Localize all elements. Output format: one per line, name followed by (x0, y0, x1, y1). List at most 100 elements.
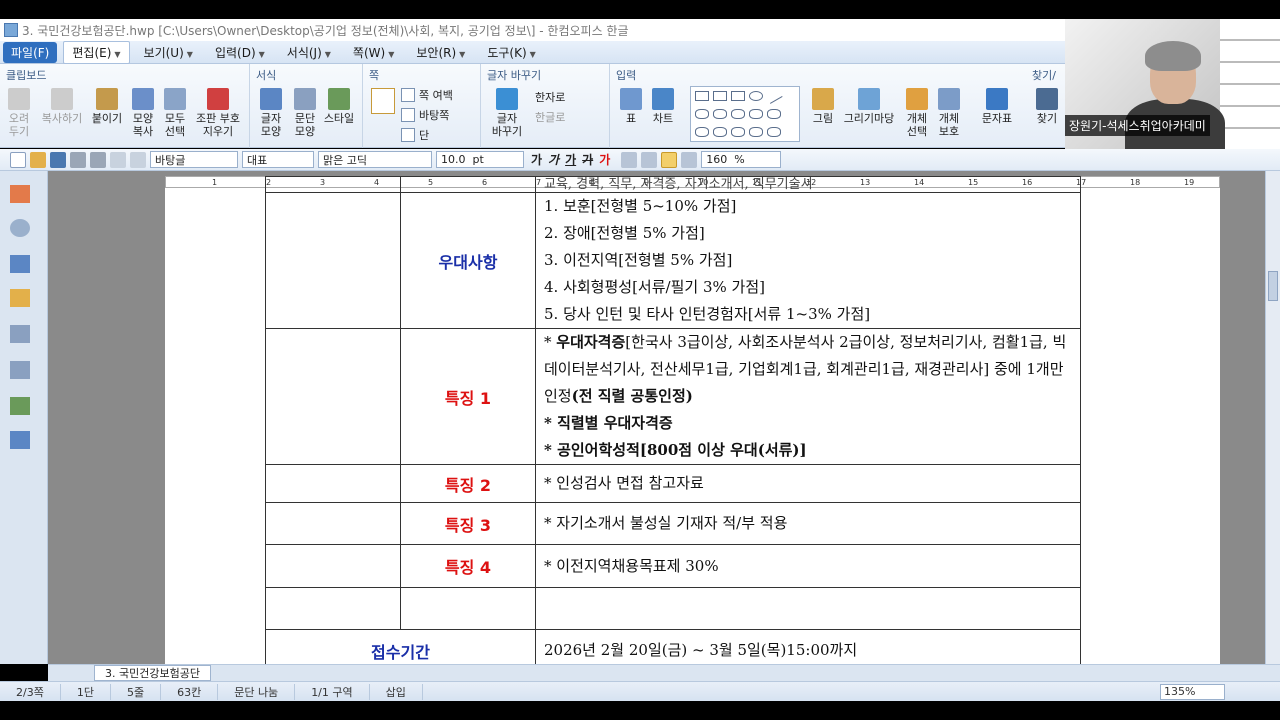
char-shape-button[interactable]: 글자 모양 (254, 88, 288, 138)
shape-connector-icon[interactable] (695, 127, 709, 137)
shape-curve-icon[interactable] (767, 109, 781, 119)
table-button[interactable]: 표 (614, 88, 648, 125)
line-spacing-input[interactable]: 160 % (701, 151, 782, 168)
font-size-input[interactable]: 10.0 pt (436, 151, 524, 168)
para-shape-button[interactable]: 문단 모양 (288, 88, 322, 138)
align-left-icon[interactable] (641, 151, 658, 168)
drawing-button[interactable]: 그리기마당 (840, 88, 898, 125)
align-justify-icon[interactable] (621, 151, 638, 168)
redo-icon[interactable] (130, 151, 146, 168)
shapes-gallery[interactable] (690, 86, 800, 142)
object-select-button[interactable]: 개체 선택 (900, 88, 934, 138)
shape-rect-icon[interactable] (713, 91, 727, 101)
save-icon[interactable] (50, 151, 66, 168)
shape-curve-icon[interactable] (749, 109, 763, 119)
style-button[interactable]: 스타일 (322, 88, 356, 125)
menu-file[interactable]: 파일(F) (3, 41, 58, 63)
cut-top-line: 교육, 경력, 직무, 자격증, 자기소개서, 직무기술서 (535, 176, 1081, 193)
shape-arc-icon[interactable] (695, 109, 709, 119)
font-color-button[interactable]: 가 (599, 151, 610, 168)
row-label-feature-2: 특징 2 (400, 464, 536, 503)
hanja-button[interactable]: 한자로 (535, 88, 565, 106)
preference-cell: 1. 보훈[전형별 5~10% 가점] 2. 장애[전형별 5% 가점] 3. … (535, 192, 1081, 329)
menu-insert[interactable]: 입력(D) ▼ (207, 42, 273, 63)
undo-icon[interactable] (110, 151, 126, 168)
char-replace-button[interactable]: 글자 바꾸기 (487, 88, 527, 138)
shape-rect-icon[interactable] (695, 91, 709, 101)
shape-copy-button[interactable]: 모양 복사 (126, 88, 160, 138)
page-icon[interactable] (371, 88, 395, 114)
chart-button[interactable]: 차트 (646, 88, 680, 125)
font-select[interactable]: 맑은 고딕 (318, 151, 432, 168)
document-area[interactable]: 1 2 3 4 5 6 7 8 9 10 11 12 13 14 15 16 17 18 19 교육, 경력, 직무… (48, 171, 1265, 664)
shape-ellipse-icon[interactable] (749, 91, 763, 101)
row-label-period: 접수기간 (265, 629, 536, 664)
vertical-scrollbar[interactable] (1265, 171, 1280, 664)
char-table-button[interactable]: 문자표 (980, 88, 1014, 125)
select-all-button[interactable]: 모두 선택 (158, 88, 192, 138)
menu-edit[interactable]: 편집(E) ▼ (63, 40, 130, 64)
shape-arc-icon[interactable] (713, 109, 727, 119)
menu-security[interactable]: 보안(R) ▼ (408, 42, 473, 63)
print-icon[interactable] (70, 151, 86, 168)
shape-rect-icon[interactable] (731, 91, 745, 101)
shape-connector-icon[interactable] (713, 127, 727, 137)
group-label: 서식 (256, 69, 277, 82)
menu-page[interactable]: 쪽(W) ▼ (345, 42, 402, 63)
form-icon[interactable] (10, 361, 30, 379)
strikethrough-button[interactable]: 가 (582, 151, 593, 168)
lightning-icon[interactable] (10, 289, 30, 307)
column-button[interactable]: 단 (401, 126, 429, 144)
shape-connector-icon[interactable] (767, 127, 781, 137)
find-button[interactable]: 찾기 (1030, 88, 1064, 125)
document-page[interactable]: 교육, 경력, 직무, 자격증, 자기소개서, 직무기술서 우대사항 1. 보훈… (165, 176, 1220, 664)
row-label-feature-3: 특징 3 (400, 502, 536, 545)
chevron-down-icon: ▼ (186, 49, 193, 59)
paste-button[interactable]: 붙이기 (90, 88, 124, 125)
menu-view[interactable]: 보기(U) ▼ (136, 42, 201, 63)
new-document-icon[interactable] (10, 151, 26, 168)
scissors-icon (8, 88, 30, 110)
page-margin-button[interactable]: 쪽 여백 (401, 86, 453, 104)
language-select[interactable]: 대표 (242, 151, 314, 168)
cut-button[interactable]: 오려 두기 (2, 88, 36, 138)
italic-button[interactable]: 가 (548, 151, 559, 168)
object-protect-button[interactable]: 개체 보호 (932, 88, 966, 138)
shape-arc-icon[interactable] (731, 109, 745, 119)
help-icon[interactable] (10, 219, 30, 237)
menu-tools[interactable]: 도구(K) ▼ (479, 42, 543, 63)
erase-code-button[interactable]: 조판 부호 지우기 (192, 88, 244, 138)
picture-button[interactable]: 그림 (806, 88, 840, 125)
feature-1-cell: * 우대자격증[한국사 3급이상, 사회조사분석사 2급이상, 정보처리기사, … (535, 328, 1081, 465)
shape-connector-icon[interactable] (731, 127, 745, 137)
book-icon[interactable] (10, 185, 30, 203)
table-row: 교육, 경력, 직무, 자격증, 자기소개서, 직무기술서 (265, 176, 1081, 193)
table-row: 특징 2 * 인성검사 면접 참고자료 (265, 464, 1081, 503)
scroll-thumb[interactable] (1268, 271, 1278, 301)
shape-connector-icon[interactable] (749, 127, 763, 137)
document-icon[interactable] (10, 325, 30, 343)
copy-icon (51, 88, 73, 110)
align-center-icon[interactable] (661, 151, 678, 168)
background-page-button[interactable]: 바탕쪽 (401, 106, 449, 124)
menu-format[interactable]: 서식(J) ▼ (279, 42, 339, 63)
bold-button[interactable]: 가 (531, 151, 542, 168)
status-bar: 2/3쪽 1단 5줄 63칸 문단 나눔 1/1 구역 삽입 135% (0, 681, 1280, 701)
underline-button[interactable]: 가 (565, 151, 576, 168)
style-select[interactable]: 바탕글 (150, 151, 238, 168)
shape-line-icon[interactable] (765, 88, 783, 104)
align-right-icon[interactable] (681, 151, 698, 168)
table-row: 특징 4 * 이전지역채용목표제 30% (265, 544, 1081, 588)
image-icon[interactable] (10, 397, 30, 415)
status-insert[interactable]: 삽입 (370, 683, 423, 700)
hangul-button[interactable]: 한글로 (535, 108, 565, 126)
tab-document[interactable]: 3. 국민건강보험공단 (94, 665, 211, 681)
preview-icon[interactable] (90, 151, 106, 168)
zoom-select[interactable]: 135% (1160, 684, 1225, 700)
copy-button[interactable]: 복사하기 (38, 88, 86, 125)
document-tab-bar: 3. 국민건강보험공단 (48, 664, 1280, 681)
open-folder-icon[interactable] (30, 151, 46, 168)
spellcheck-icon[interactable] (10, 431, 30, 449)
list-icon[interactable] (10, 255, 30, 273)
bar-chart-icon (652, 88, 674, 110)
